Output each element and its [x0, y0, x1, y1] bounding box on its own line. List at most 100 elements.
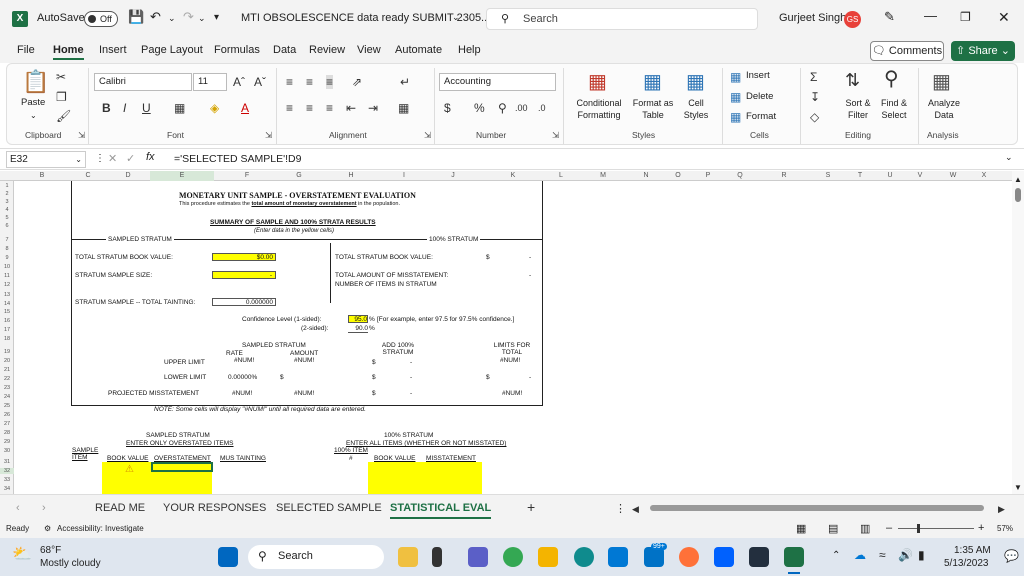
column-header[interactable]: P — [692, 171, 724, 181]
row-header[interactable]: 19 — [0, 349, 14, 355]
row-header[interactable]: 18 — [0, 336, 14, 342]
volume-icon[interactable]: 🔊 — [898, 548, 913, 562]
tab-read-me[interactable]: READ ME — [95, 502, 145, 514]
column-header[interactable]: R — [756, 171, 812, 181]
decrease-decimal-icon[interactable]: .0 — [538, 101, 546, 115]
find-select-label[interactable]: Find & Select — [874, 97, 914, 121]
bold-icon[interactable]: B — [102, 101, 111, 115]
column-header[interactable]: M — [578, 171, 628, 181]
menu-data[interactable]: Data — [273, 44, 296, 56]
cancel-icon[interactable]: ✕ — [108, 152, 117, 165]
conditional-formatting-label[interactable]: Conditional Formatting — [572, 97, 626, 121]
row-header[interactable]: 3 — [0, 199, 14, 205]
prev-sheet-icon[interactable]: ‹ — [16, 502, 20, 514]
italic-icon[interactable]: I — [123, 101, 126, 115]
row-header[interactable]: 16 — [0, 318, 14, 324]
accessibility-status[interactable]: Accessibility: Investigate — [57, 524, 144, 533]
onedrive-icon[interactable]: ☁ — [854, 548, 866, 562]
paste-label[interactable]: Paste — [21, 97, 45, 108]
worksheet[interactable]: MONETARY UNIT SAMPLE - OVERSTATEMENT EVA… — [14, 181, 1012, 494]
align-bottom-icon[interactable]: ≡ — [326, 75, 334, 89]
row-header[interactable]: 21 — [0, 367, 14, 373]
undo-dropdown-icon[interactable]: ⌄ — [168, 13, 176, 24]
zoom-in-icon[interactable]: + — [978, 522, 984, 534]
row-header[interactable]: 6 — [0, 223, 14, 229]
next-sheet-icon[interactable]: › — [42, 502, 46, 514]
column-header[interactable]: T — [844, 171, 876, 181]
column-header[interactable]: I — [384, 171, 424, 181]
vertical-scrollbar[interactable]: ▲ ▼ — [1012, 171, 1024, 494]
row-header[interactable]: 4 — [0, 207, 14, 213]
tab-selected-sample[interactable]: SELECTED SAMPLE — [276, 502, 382, 514]
column-header[interactable]: D — [106, 171, 150, 181]
row-header[interactable]: 13 — [0, 292, 14, 298]
notifications-icon[interactable]: 💬 — [1004, 549, 1019, 563]
formula-input[interactable]: ='SELECTED SAMPLE'!D9 — [174, 153, 301, 165]
name-box[interactable]: E32 ⌄ — [6, 151, 86, 168]
undo-icon[interactable]: ↶ — [150, 9, 161, 25]
row-header[interactable]: 5 — [0, 215, 14, 221]
row-header[interactable]: 33 — [0, 477, 14, 483]
row-header[interactable]: 27 — [0, 421, 14, 427]
column-header[interactable]: G — [280, 171, 318, 181]
row-header[interactable]: 23 — [0, 385, 14, 391]
column-header[interactable]: J — [424, 171, 482, 181]
weather-temp[interactable]: 68°F — [40, 545, 61, 556]
number-launcher-icon[interactable]: ⇲ — [552, 130, 559, 141]
row-header[interactable]: 1 — [0, 183, 14, 189]
taskbar-search[interactable]: ⚲ Search — [248, 545, 384, 569]
format-cells-label[interactable]: Format — [746, 111, 776, 122]
autosave-toggle[interactable]: Off — [84, 11, 118, 27]
add-sheet-icon[interactable]: + — [527, 499, 535, 515]
zoom-slider[interactable] — [898, 528, 974, 529]
row-header[interactable]: 32 — [0, 468, 14, 474]
scroll-down-icon[interactable]: ▼ — [1014, 483, 1022, 492]
tab-options-icon[interactable]: ⋮ — [615, 502, 626, 515]
row-header[interactable]: 15 — [0, 309, 14, 315]
save-icon[interactable]: 💾 — [128, 9, 144, 25]
row-header[interactable]: 12 — [0, 282, 14, 288]
column-header[interactable]: O — [664, 171, 692, 181]
sample-size-input[interactable]: - — [212, 271, 276, 279]
close-icon[interactable]: ✕ — [998, 9, 1010, 26]
store-icon[interactable] — [608, 547, 628, 567]
confidence-input[interactable]: 95.0 — [348, 315, 368, 323]
cell-styles-label[interactable]: Cell Styles — [678, 97, 714, 121]
enter-icon[interactable]: ✓ — [126, 152, 135, 165]
row-header[interactable]: 28 — [0, 430, 14, 436]
fill-color-icon[interactable]: ◈ — [210, 101, 219, 115]
align-middle-icon[interactable]: ≡ — [306, 75, 313, 89]
decrease-font-icon[interactable]: Aˇ — [254, 75, 266, 89]
user-name[interactable]: Gurjeet Singh — [779, 12, 846, 24]
mail-icon[interactable] — [644, 547, 664, 567]
page-break-view-icon[interactable]: ▥ — [860, 522, 870, 535]
menu-insert[interactable]: Insert — [99, 44, 127, 56]
number-format-select[interactable]: Accounting — [439, 73, 556, 91]
delete-cells-label[interactable]: Delete — [746, 91, 773, 102]
insert-cells-icon[interactable]: ▦ — [730, 70, 741, 84]
scroll-thumb[interactable] — [1015, 188, 1021, 202]
increase-indent-icon[interactable]: ⇥ — [368, 101, 378, 115]
row-header[interactable]: 22 — [0, 376, 14, 382]
font-name-select[interactable]: Calibri — [94, 73, 192, 91]
column-header[interactable]: L — [544, 171, 578, 181]
zoom-slider-thumb[interactable] — [917, 524, 920, 533]
clock-date[interactable]: 5/13/2023 — [944, 558, 989, 569]
excel-taskbar-icon[interactable] — [784, 547, 804, 567]
redo-dropdown-icon[interactable]: ⌄ — [198, 13, 206, 24]
tab-your-responses[interactable]: YOUR RESPONSES — [163, 502, 266, 514]
row-header[interactable]: 9 — [0, 255, 14, 261]
menu-file[interactable]: File — [17, 44, 35, 56]
row-header[interactable]: 20 — [0, 358, 14, 364]
dropbox-icon[interactable] — [714, 547, 734, 567]
cell-styles-icon[interactable]: ▦ — [686, 70, 705, 94]
clear-icon[interactable]: ◇ — [810, 110, 819, 124]
file-title-dropdown-icon[interactable]: ⌄ — [452, 12, 460, 23]
warning-icon[interactable]: ⚠ — [125, 464, 134, 475]
increase-decimal-icon[interactable]: .00 — [515, 101, 528, 115]
redo-icon[interactable]: ↷ — [183, 9, 194, 25]
insert-cells-label[interactable]: Insert — [746, 70, 770, 81]
zoom-out-icon[interactable]: – — [886, 522, 892, 534]
alignment-launcher-icon[interactable]: ⇲ — [424, 130, 431, 141]
column-header[interactable]: E — [150, 171, 214, 181]
